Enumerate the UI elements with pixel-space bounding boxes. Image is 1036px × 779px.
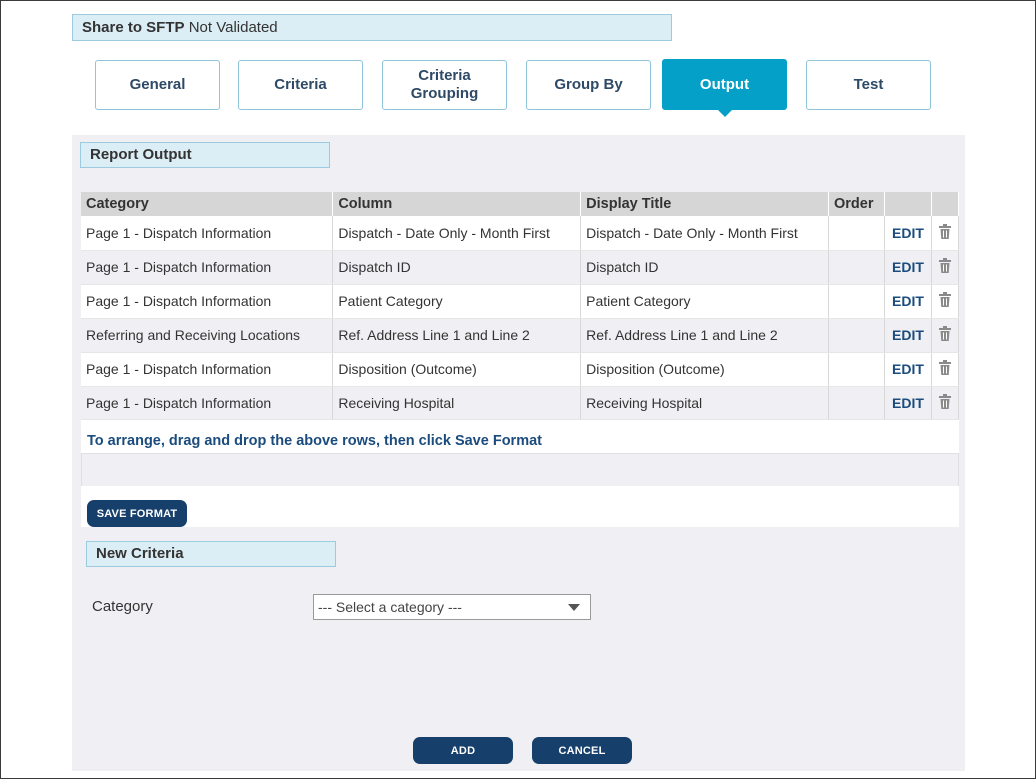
table-row[interactable]: Page 1 - Dispatch Information Patient Cat…	[81, 284, 960, 319]
table-row[interactable]: Page 1 - Dispatch Information Receiving H…	[81, 386, 960, 421]
table-row[interactable]: Page 1 - Dispatch Information Disposition…	[81, 352, 960, 387]
category-select-value: --- Select a category ---	[318, 599, 462, 615]
cell-category: Page 1 - Dispatch Information	[81, 352, 334, 387]
delete-button[interactable]	[931, 352, 960, 387]
edit-link[interactable]: EDIT	[884, 352, 932, 387]
delete-button[interactable]	[931, 284, 960, 319]
cell-display-title: Dispatch ID	[580, 250, 829, 285]
drag-drop-hint: To arrange, drag and drop the above rows…	[81, 419, 959, 453]
table-row[interactable]: Page 1 - Dispatch Information Dispatch ID…	[81, 250, 960, 285]
tab-criteria-grouping[interactable]: Criteria Grouping	[382, 60, 507, 110]
table-header-row: Category Column Display Title Order	[81, 192, 960, 216]
edit-link[interactable]: EDIT	[884, 250, 932, 285]
cell-display-title: Dispatch - Date Only - Month First	[580, 216, 829, 251]
cell-display-title: Disposition (Outcome)	[580, 352, 829, 387]
cell-category: Referring and Receiving Locations	[81, 318, 334, 353]
col-header-order: Order	[828, 192, 885, 216]
cell-category: Page 1 - Dispatch Information	[81, 216, 334, 251]
report-output-table: Category Column Display Title Order Page…	[81, 192, 960, 421]
trash-icon	[938, 360, 952, 378]
cell-category: Page 1 - Dispatch Information	[81, 284, 334, 319]
cell-category: Page 1 - Dispatch Information	[81, 386, 334, 421]
cell-column: Disposition (Outcome)	[332, 352, 582, 387]
cancel-button[interactable]: CANCEL	[532, 737, 632, 764]
tab-general[interactable]: General	[95, 60, 220, 110]
chevron-down-icon	[568, 604, 580, 611]
cell-column: Ref. Address Line 1 and Line 2	[332, 318, 582, 353]
trash-icon	[938, 394, 952, 412]
cell-order	[828, 318, 885, 353]
delete-button[interactable]	[931, 216, 960, 251]
col-header-column: Column	[332, 192, 582, 216]
col-header-edit	[884, 192, 932, 216]
cell-display-title: Ref. Address Line 1 and Line 2	[580, 318, 829, 353]
tab-output[interactable]: Output	[662, 59, 787, 117]
delete-button[interactable]	[931, 386, 960, 421]
cell-order	[828, 386, 885, 421]
section-report-output: Report Output	[80, 142, 330, 168]
trash-icon	[938, 292, 952, 310]
cell-order	[828, 284, 885, 319]
tab-label: Output	[699, 75, 750, 93]
section-new-criteria: New Criteria	[86, 541, 336, 567]
cell-column: Dispatch ID	[332, 250, 582, 285]
validation-status: Not Validated	[184, 19, 278, 36]
category-select[interactable]: --- Select a category ---	[313, 594, 591, 620]
cell-order	[828, 352, 885, 387]
edit-link[interactable]: EDIT	[884, 318, 932, 353]
add-button[interactable]: ADD	[413, 737, 513, 764]
trash-icon	[938, 223, 952, 242]
save-format-button[interactable]: SAVE FORMAT	[87, 500, 187, 527]
tab-group-by[interactable]: Group By	[526, 60, 651, 110]
cell-column: Dispatch - Date Only - Month First	[332, 216, 582, 251]
delete-button[interactable]	[931, 318, 960, 353]
tab-test[interactable]: Test	[806, 60, 931, 110]
tab-criteria[interactable]: Criteria	[238, 60, 363, 110]
col-header-category: Category	[81, 192, 334, 216]
tab-label: General	[129, 76, 186, 93]
save-format-area	[81, 486, 959, 527]
col-header-display-title: Display Title	[580, 192, 829, 216]
report-name: Share to SFTP	[82, 19, 185, 36]
cell-display-title: Patient Category	[580, 284, 829, 319]
trash-icon	[938, 326, 952, 344]
edit-link[interactable]: EDIT	[884, 284, 932, 319]
tab-label: Criteria	[274, 76, 327, 93]
page-title: Share to SFTP Not Validated	[72, 14, 672, 41]
delete-button[interactable]	[931, 250, 960, 285]
trash-icon	[938, 258, 952, 276]
edit-link[interactable]: EDIT	[884, 216, 932, 251]
cell-column: Patient Category	[332, 284, 582, 319]
cell-column: Receiving Hospital	[332, 386, 582, 421]
tab-label: Test	[853, 76, 884, 93]
cell-display-title: Receiving Hospital	[580, 386, 829, 421]
tab-label: Group By	[554, 76, 623, 93]
table-row[interactable]: Page 1 - Dispatch Information Dispatch - …	[81, 216, 960, 251]
table-footer-spacer	[81, 453, 959, 486]
edit-link[interactable]: EDIT	[884, 386, 932, 421]
tab-label: Criteria Grouping	[410, 67, 479, 102]
table-row[interactable]: Referring and Receiving Locations Ref. Ad…	[81, 318, 960, 353]
category-label: Category	[92, 598, 153, 615]
cell-order	[828, 250, 885, 285]
cell-category: Page 1 - Dispatch Information	[81, 250, 334, 285]
col-header-delete	[931, 192, 960, 216]
cell-order	[828, 216, 885, 251]
